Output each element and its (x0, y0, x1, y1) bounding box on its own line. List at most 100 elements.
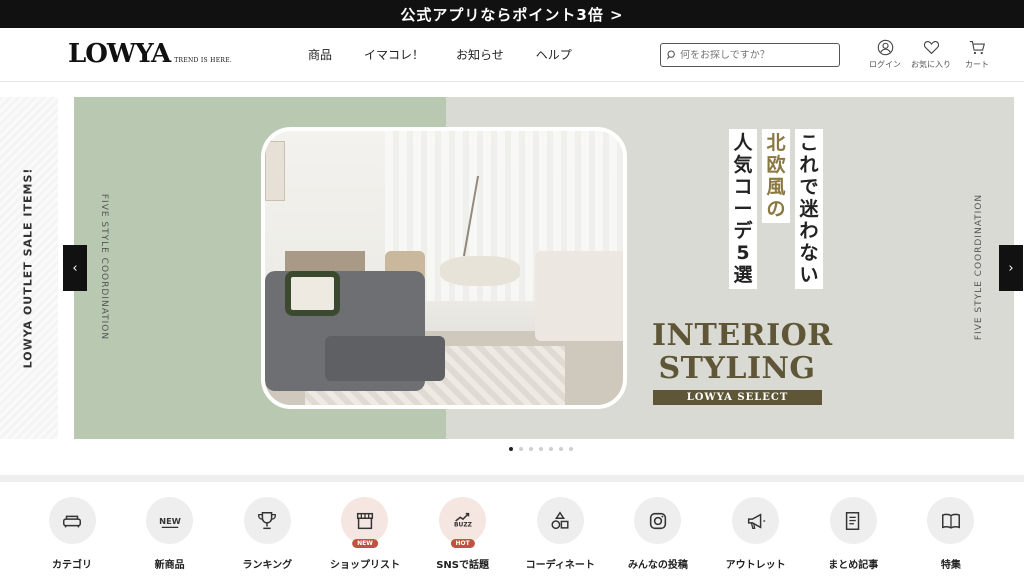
instagram-icon (649, 512, 667, 529)
shortcut-circle (634, 497, 682, 544)
headline-char: わ (799, 220, 819, 242)
hot-badge: HOT (450, 539, 475, 548)
shortcut-circle (829, 497, 877, 544)
chevron-right-icon: › (1008, 260, 1014, 276)
favorites-button[interactable]: お気に入り (908, 39, 954, 70)
headline-char: こ (799, 132, 819, 154)
title-line-1: INTERIOR (652, 318, 833, 353)
shortcut-category[interactable]: カテゴリ (26, 482, 118, 582)
headline-char: 欧 (766, 154, 786, 176)
svg-text:NEW: NEW (159, 515, 181, 525)
carousel-dot[interactable] (509, 447, 513, 451)
carousel-dots (509, 447, 573, 451)
lowya-select-label: LOWYA SELECT (653, 390, 822, 405)
interior-photo (261, 127, 627, 409)
nav-item-imakore[interactable]: イマコレ！ (364, 46, 424, 63)
search-box (660, 43, 840, 67)
shortcut-circle (536, 497, 584, 544)
shortcut-circle (48, 497, 96, 544)
new-icon: NEW (159, 515, 181, 528)
main-nav: 商品 イマコレ！ お知らせ ヘルプ (308, 46, 572, 63)
article-icon (846, 511, 860, 530)
shortcut-label: 新商品 (154, 560, 185, 571)
headline-char: な (799, 242, 819, 264)
headline-char: の (766, 198, 786, 220)
login-button[interactable]: ログイン (862, 39, 908, 70)
headline-char: デ (733, 220, 753, 242)
shortcut-label: コーディネート (525, 560, 595, 571)
shortcut-label: ランキング (242, 560, 293, 571)
shortcut-label: ショップリスト (329, 560, 400, 571)
app-promo-banner[interactable]: 公式アプリならポイント3倍 > (0, 0, 1024, 28)
heart-icon (923, 40, 939, 55)
shortcut-coordinate[interactable]: コーディネート (514, 482, 606, 582)
new-badge: NEW (352, 539, 378, 548)
nav-item-products[interactable]: 商品 (308, 46, 332, 63)
carousel-dot[interactable] (539, 447, 543, 451)
carousel-dot[interactable] (569, 447, 573, 451)
nav-item-help[interactable]: ヘルプ (536, 46, 572, 63)
shortcut-ranking[interactable]: ランキング (221, 482, 313, 582)
search-input[interactable] (680, 49, 830, 61)
hero-slide[interactable]: FIVE STYLE COORDINATION FIVE STYLE COORD… (74, 97, 1014, 439)
sofa-icon (63, 515, 81, 527)
shortcut-circle: BUZZ HOT (439, 497, 487, 548)
headline-col-3: 人気コーデ5選 (729, 129, 757, 289)
carousel-dot[interactable] (529, 447, 533, 451)
headline-char: い (799, 264, 819, 286)
headline-char: 北 (766, 132, 786, 154)
shapes-icon (551, 510, 569, 529)
hero-carousel: LOWYA OUTLET SALE ITEMS! FIVE STYLE COOR… (0, 97, 1024, 439)
site-header: LOWYA TREND IS HERE. 商品 イマコレ！ お知らせ ヘルプ ロ… (0, 28, 1024, 82)
headline-char: コ (733, 176, 753, 198)
login-label: ログイン (869, 60, 901, 69)
carousel-dot[interactable] (559, 447, 563, 451)
logo[interactable]: LOWYA TREND IS HERE. (68, 40, 232, 68)
trophy-icon (258, 511, 277, 529)
search-icon (667, 50, 675, 60)
shortcut-new-items[interactable]: NEW 新商品 (124, 482, 216, 582)
prev-slide-peek[interactable]: LOWYA OUTLET SALE ITEMS! (0, 97, 58, 439)
user-icon (877, 39, 893, 56)
headline-char: で (799, 176, 819, 198)
cart-button[interactable]: カート (954, 39, 1000, 70)
headline-col-2: 北欧風の (762, 129, 790, 223)
title-line-2: STYLING (658, 351, 816, 386)
shortcut-sns-trending[interactable]: BUZZ HOT SNSで話題 (417, 482, 509, 582)
shortcut-outlet[interactable]: アウトレット (710, 482, 802, 582)
svg-text:BUZZ: BUZZ (454, 521, 473, 528)
logo-tagline: TREND IS HERE. (174, 57, 233, 64)
book-icon (941, 513, 960, 529)
shortcut-articles[interactable]: まとめ記事 (807, 482, 899, 582)
shortcut-label: SNSで話題 (436, 560, 490, 571)
shortcut-user-posts[interactable]: みんなの投稿 (612, 482, 704, 582)
headline-char: 気 (733, 154, 753, 176)
shortcut-circle (732, 497, 780, 544)
outlet-sale-text: LOWYA OUTLET SALE ITEMS! (21, 167, 35, 369)
megaphone-icon (747, 512, 765, 529)
shortcut-features[interactable]: 特集 (905, 482, 997, 582)
shortcut-label: みんなの投稿 (627, 560, 688, 571)
logo-text: LOWYA (68, 39, 171, 69)
vertical-caption-right: FIVE STYLE COORDINATION (974, 193, 984, 341)
favorites-label: お気に入り (911, 60, 951, 69)
vertical-caption-left: FIVE STYLE COORDINATION (99, 193, 109, 341)
carousel-next-button[interactable]: › (999, 245, 1023, 291)
category-shortcuts: カテゴリ NEW 新商品 ランキング NEW ショップリスト BUZZ HOT … (0, 482, 1024, 582)
headline-char: 5 (736, 242, 750, 264)
carousel-dot[interactable] (519, 447, 523, 451)
headline-col-1: これで迷わない (795, 129, 823, 289)
headline-char: 風 (766, 176, 786, 198)
nav-item-news[interactable]: お知らせ (456, 46, 504, 63)
cart-icon (969, 40, 985, 55)
headline-char: 選 (733, 264, 753, 286)
shortcut-label: アウトレット (725, 560, 786, 571)
shortcut-circle: NEW (341, 497, 389, 548)
shop-icon (356, 512, 374, 529)
shortcut-shop-list[interactable]: NEW ショップリスト (319, 482, 411, 582)
carousel-dot[interactable] (549, 447, 553, 451)
shortcut-label: カテゴリ (52, 560, 92, 571)
headline-char: ー (733, 198, 753, 220)
cart-label: カート (965, 60, 989, 69)
carousel-prev-button[interactable]: ‹ (63, 245, 87, 291)
